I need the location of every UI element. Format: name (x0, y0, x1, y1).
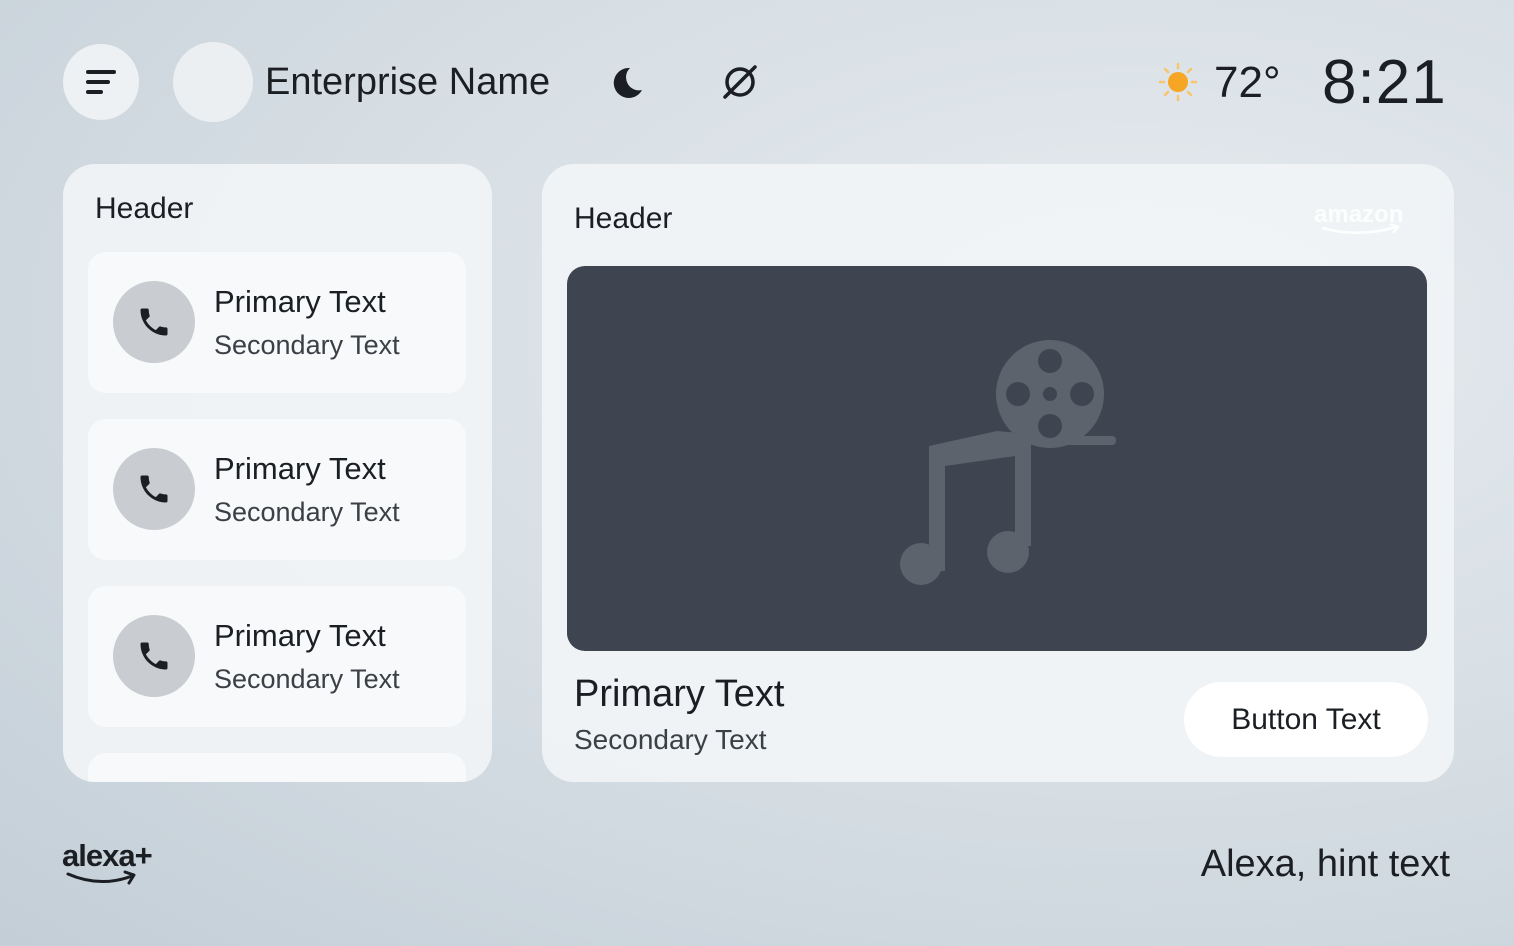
list-item[interactable]: Primary Text Secondary Text (88, 252, 466, 393)
list-card: Header Primary Text Secondary Text Prima… (63, 164, 492, 782)
alexa-logo: alexa+ (62, 838, 153, 885)
list-item-primary: Primary Text (214, 618, 386, 653)
list-item-secondary: Secondary Text (214, 664, 400, 694)
menu-icon (86, 70, 116, 94)
media-card-header: Header (574, 202, 673, 235)
do-not-disturb-icon[interactable] (718, 60, 762, 104)
sun-icon (1158, 62, 1198, 102)
svg-text:amazon: amazon (1314, 201, 1403, 228)
phone-icon (140, 475, 168, 503)
list-item-partial[interactable] (88, 753, 466, 782)
phone-avatar (113, 281, 195, 363)
temperature: 72° (1214, 58, 1281, 107)
list-card-header: Header (95, 192, 194, 225)
list-item[interactable]: Primary Text Secondary Text (88, 586, 466, 727)
list-item-secondary: Secondary Text (214, 497, 400, 527)
enterprise-logo (173, 42, 253, 122)
list-item[interactable]: Primary Text Secondary Text (88, 419, 466, 560)
action-button[interactable]: Button Text (1184, 682, 1428, 757)
moon-icon[interactable] (604, 60, 648, 104)
clock: 8:21 (1322, 48, 1447, 117)
media-thumbnail[interactable] (567, 266, 1427, 651)
amazon-logo: amazon (1314, 201, 1403, 234)
media-card-primary: Primary Text (574, 673, 785, 715)
music-film-placeholder-icon (900, 340, 1116, 585)
list-item-secondary: Secondary Text (214, 330, 400, 360)
media-card: Header amazon Primary Text Secondary Tex… (542, 164, 1454, 782)
alexa-hint-text: Alexa, hint text (1200, 843, 1450, 885)
list-item-primary: Primary Text (214, 451, 386, 486)
menu-button[interactable] (63, 44, 139, 120)
phone-icon (140, 308, 168, 336)
phone-avatar (113, 615, 195, 697)
list-item-primary: Primary Text (214, 284, 386, 319)
phone-avatar (113, 448, 195, 530)
svg-text:alexa+: alexa+ (62, 838, 152, 873)
enterprise-name: Enterprise Name (265, 61, 551, 103)
media-card-secondary: Secondary Text (574, 724, 767, 755)
phone-icon (140, 642, 168, 670)
